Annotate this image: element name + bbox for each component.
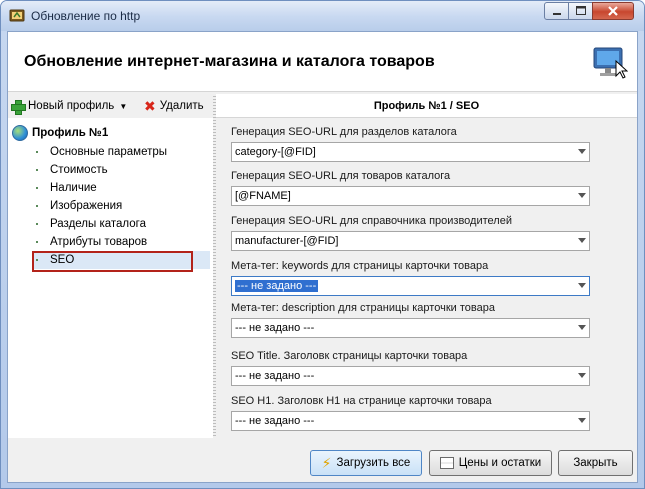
tree-item-basic-params[interactable]: Основные параметры [32, 143, 210, 161]
seo-title-select[interactable]: --- не задано --- [231, 366, 590, 386]
right-pane: Профиль №1 / SEO Генерация SEO-URL для р… [216, 94, 637, 438]
app-window: Обновление по http Обновление интернет-м… [0, 0, 645, 489]
dropdown-arrow-icon: ▼ [119, 101, 128, 111]
client-area: Обновление интернет-магазина и каталога … [7, 31, 638, 483]
prices-stock-button[interactable]: Цены и остатки [429, 450, 552, 476]
seo-h1-select[interactable]: --- не задано --- [231, 411, 590, 431]
close-label: Закрыть [573, 457, 618, 469]
tree-item-stock[interactable]: Наличие [32, 179, 210, 197]
monitor-icon [593, 47, 628, 79]
close-button[interactable]: Закрыть [558, 450, 633, 476]
left-pane: Новый профиль ▼ ✖ Удалить Профиль №1 Осн… [8, 94, 213, 438]
tree-item-label: Атрибуты товаров [50, 236, 148, 248]
load-all-label: Загрузить все [336, 457, 411, 469]
chevron-down-icon [578, 238, 586, 243]
tree-item-price[interactable]: Стоимость [32, 161, 210, 179]
field-label-seo-title: SEO Title. Заголовк страницы карточки то… [231, 350, 468, 362]
close-window-button[interactable] [592, 2, 634, 20]
app-icon [9, 9, 25, 22]
select-value: --- не задано --- [235, 280, 319, 292]
select-value: --- не задано --- [235, 322, 315, 334]
chevron-down-icon [578, 193, 586, 198]
tree-item-images[interactable]: Изображения [32, 197, 210, 215]
chevron-down-icon [578, 149, 586, 154]
field-label-product-url: Генерация SEO-URL для товаров каталога [231, 170, 451, 182]
tree-item-label: Наличие [50, 182, 97, 194]
select-value: category-[@FID] [235, 146, 316, 158]
tree-item-attributes[interactable]: Атрибуты товаров [32, 233, 210, 251]
lightning-icon: ⚡ [321, 454, 332, 471]
header-banner: Обновление интернет-магазина и каталога … [8, 32, 637, 92]
tree-item-label: Изображения [50, 200, 123, 212]
price-list-icon [439, 457, 454, 469]
minimize-icon [553, 13, 561, 15]
load-all-button[interactable]: ⚡ Загрузить все [310, 450, 422, 476]
close-icon [608, 6, 618, 16]
tree-item-label: Стоимость [50, 164, 108, 176]
field-label-meta-keywords: Мета-тег: keywords для страницы карточки… [231, 260, 489, 272]
chevron-down-icon [578, 283, 586, 288]
minimize-button[interactable] [544, 2, 569, 20]
chevron-down-icon [578, 373, 586, 378]
plus-icon [11, 99, 26, 115]
profile-section-title: Профиль №1 / SEO [216, 94, 637, 118]
new-profile-label: Новый профиль [28, 100, 115, 112]
tree-item-catalog-sections[interactable]: Разделы каталога [32, 215, 210, 233]
title-bar[interactable]: Обновление по http [1, 1, 644, 31]
globe-icon [12, 125, 28, 141]
product-url-select[interactable]: [@FNAME] [231, 186, 590, 206]
profile-tree: Профиль №1 Основные параметры Стоимость … [8, 118, 213, 438]
select-value: manufacturer-[@FID] [235, 235, 339, 247]
select-value: [@FNAME] [235, 190, 291, 202]
delete-profile-button[interactable]: ✖ Удалить [144, 98, 204, 114]
tree-item-label: Основные параметры [50, 146, 168, 158]
meta-keywords-select[interactable]: --- не задано --- [231, 276, 590, 296]
prices-stock-label: Цены и остатки [458, 457, 542, 469]
bottom-button-bar: ⚡ Загрузить все Цены и остатки Закрыть [8, 440, 637, 482]
chevron-down-icon [578, 325, 586, 330]
selection-highlight-box [32, 251, 193, 272]
field-label-manufacturer-url: Генерация SEO-URL для справочника произв… [231, 215, 512, 227]
tree-root-label: Профиль №1 [32, 127, 109, 139]
select-value: --- не задано --- [235, 370, 315, 382]
maximize-icon [576, 6, 586, 15]
meta-description-select[interactable]: --- не задано --- [231, 318, 590, 338]
field-label-section-url: Генерация SEO-URL для разделов каталога [231, 126, 457, 138]
seo-settings-form: Генерация SEO-URL для разделов каталога … [216, 118, 637, 438]
tree-item-label: Разделы каталога [50, 218, 147, 230]
manufacturer-url-select[interactable]: manufacturer-[@FID] [231, 231, 590, 251]
section-url-select[interactable]: category-[@FID] [231, 142, 590, 162]
delete-icon: ✖ [144, 98, 156, 114]
field-label-seo-h1: SEO H1. Заголовк H1 на странице карточки… [231, 395, 492, 407]
new-profile-button[interactable]: Новый профиль ▼ [11, 98, 128, 115]
window-title: Обновление по http [31, 9, 141, 23]
maximize-button[interactable] [568, 2, 593, 20]
tree-root-profile[interactable]: Профиль №1 [12, 125, 108, 141]
select-value: --- не задано --- [235, 415, 315, 427]
chevron-down-icon [578, 418, 586, 423]
profile-toolbar: Новый профиль ▼ ✖ Удалить [8, 94, 213, 118]
delete-label: Удалить [159, 100, 204, 112]
field-label-meta-description: Мета-тег: description для страницы карто… [231, 302, 495, 314]
page-title: Обновление интернет-магазина и каталога … [24, 53, 435, 70]
